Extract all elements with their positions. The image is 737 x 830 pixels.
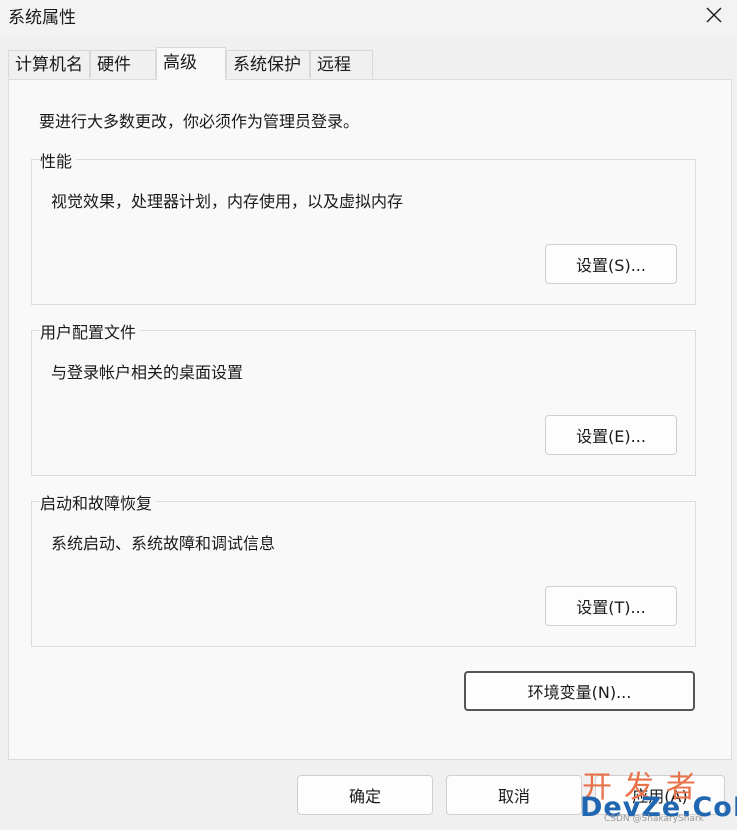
tab-computer-name[interactable]: 计算机名 (8, 50, 90, 78)
title-bar: 系统属性 (0, 0, 737, 36)
user-profiles-settings-button[interactable]: 设置(E)... (545, 415, 677, 455)
startup-recovery-settings-button[interactable]: 设置(T)... (545, 586, 677, 626)
user-profiles-desc: 与登录帐户相关的桌面设置 (51, 363, 244, 382)
user-profiles-title: 用户配置文件 (40, 319, 141, 343)
tab-remote[interactable]: 远程 (310, 50, 373, 78)
advanced-panel: 要进行大多数更改，你必须作为管理员登录。 性能 视觉效果，处理器计划，内存使用，… (8, 79, 732, 760)
apply-button[interactable]: 应用(A) (595, 775, 725, 815)
performance-group: 性能 视觉效果，处理器计划，内存使用，以及虚拟内存 设置(S)... (31, 148, 696, 305)
cancel-button[interactable]: 取消 (446, 775, 582, 815)
environment-variables-button[interactable]: 环境变量(N)... (464, 671, 695, 711)
startup-recovery-desc: 系统启动、系统故障和调试信息 (51, 534, 276, 553)
performance-desc: 视觉效果，处理器计划，内存使用，以及虚拟内存 (51, 192, 404, 211)
close-button[interactable] (691, 0, 737, 30)
watermark-small: CSDN @ShakaryShark (604, 814, 704, 824)
tab-hardware[interactable]: 硬件 (90, 50, 156, 78)
ok-button[interactable]: 确定 (297, 775, 433, 815)
tab-system-protection[interactable]: 系统保护 (226, 50, 310, 78)
admin-notice: 要进行大多数更改，你必须作为管理员登录。 (39, 112, 360, 131)
tab-advanced[interactable]: 高级 (156, 47, 226, 80)
tab-strip: 计算机名 硬件 高级 系统保护 远程 (8, 47, 731, 80)
close-icon (706, 7, 722, 23)
user-profiles-group: 用户配置文件 与登录帐户相关的桌面设置 设置(E)... (31, 319, 696, 476)
performance-title: 性能 (40, 148, 77, 172)
startup-recovery-title: 启动和故障恢复 (40, 490, 157, 514)
performance-settings-button[interactable]: 设置(S)... (545, 244, 677, 284)
startup-recovery-group: 启动和故障恢复 系统启动、系统故障和调试信息 设置(T)... (31, 490, 696, 647)
window-title: 系统属性 (8, 8, 76, 28)
